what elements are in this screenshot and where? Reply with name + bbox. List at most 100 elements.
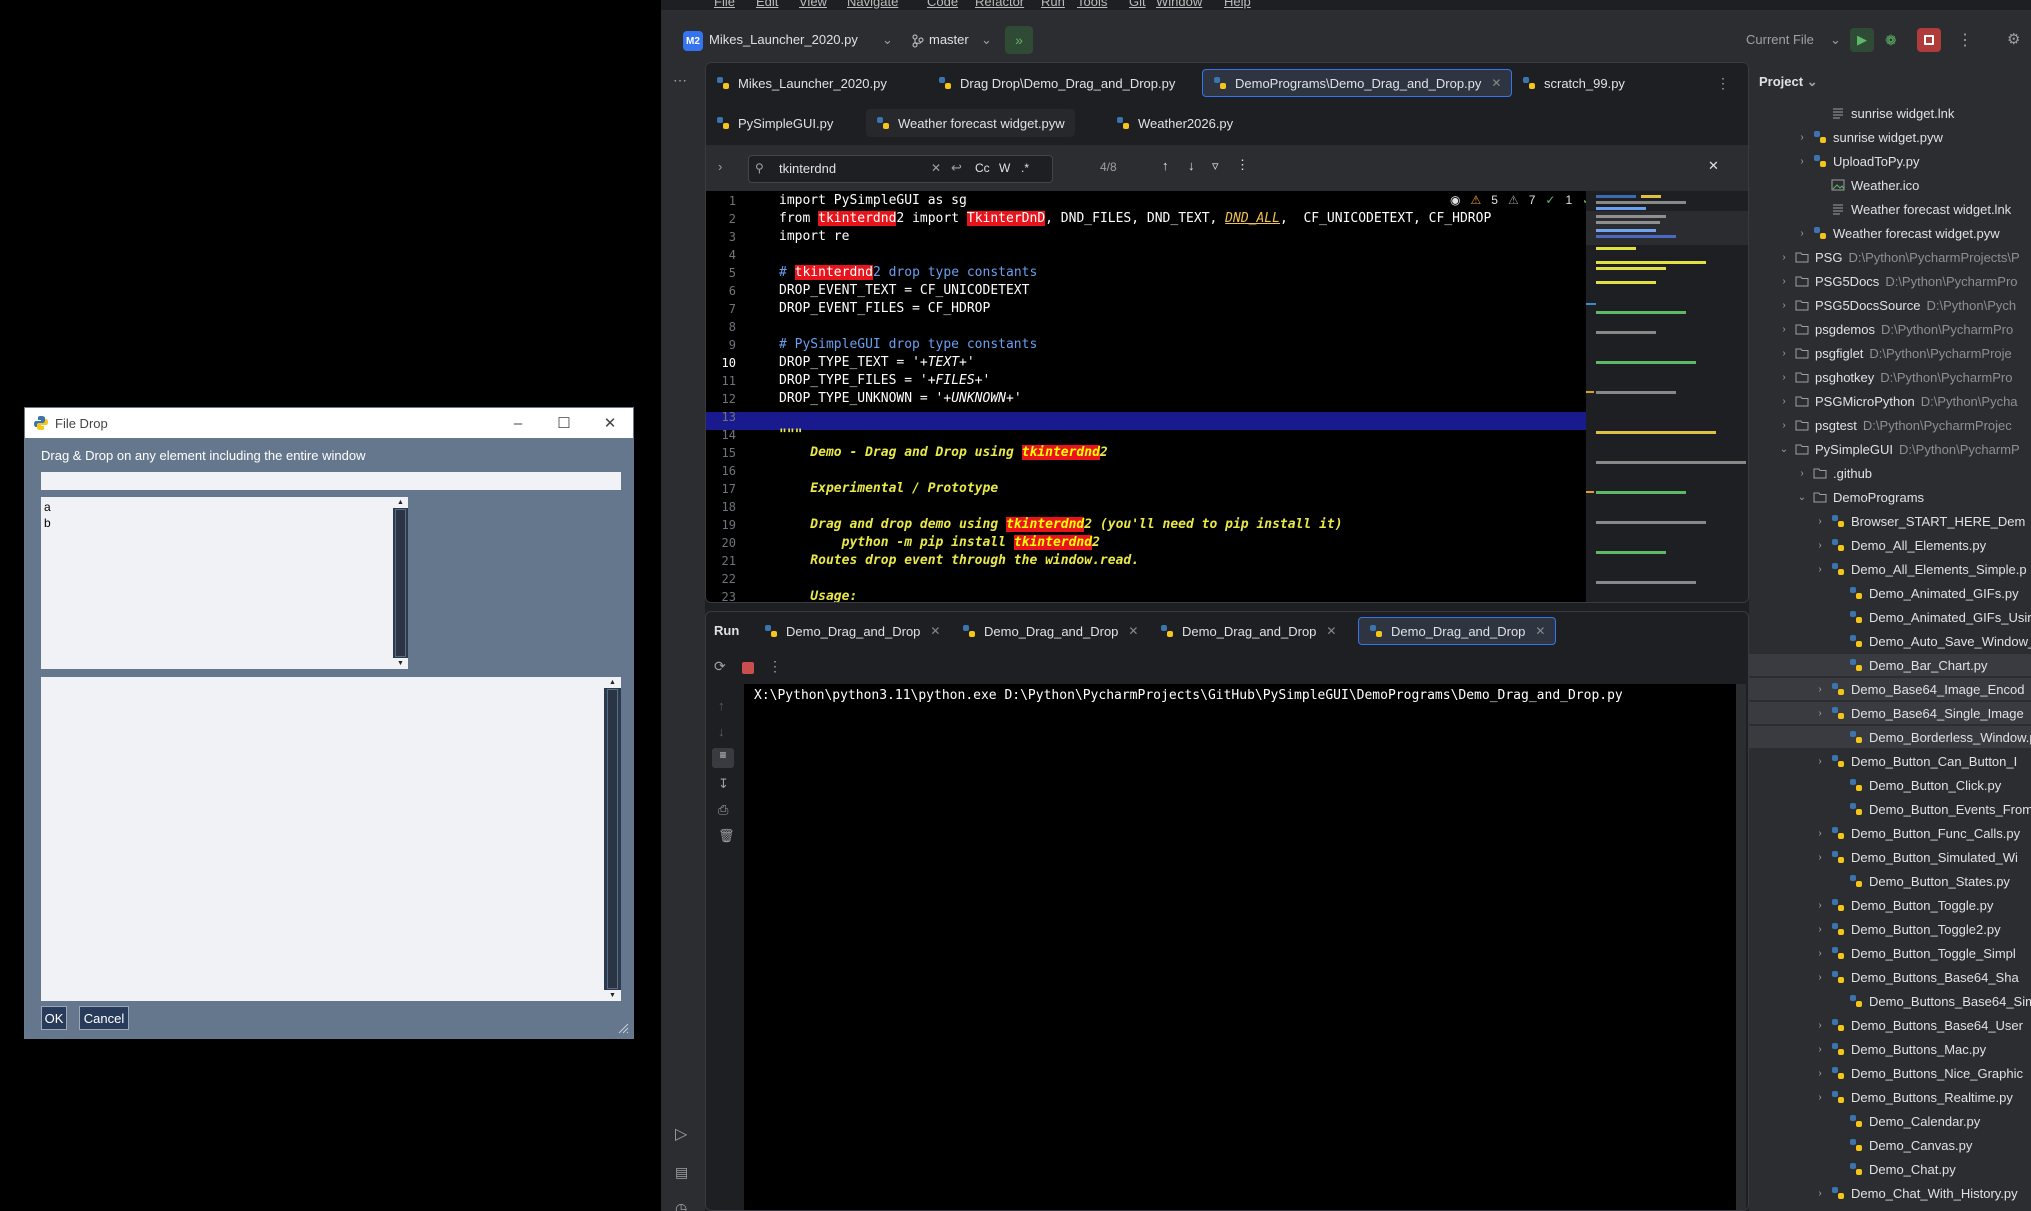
tab-pysimplegui[interactable]: PySimpleGUI.py xyxy=(706,109,843,137)
print-icon[interactable]: ⎙ xyxy=(718,802,728,818)
filter-icon[interactable]: ▿ xyxy=(1212,158,1219,174)
soft-wrap-icon[interactable]: ≡ xyxy=(712,748,734,768)
console-scrollbar[interactable] xyxy=(1736,684,1746,1210)
project-tree-item[interactable]: Demo_Buttons_Base64_Simp xyxy=(1749,990,2031,1012)
run-icon[interactable]: ▶ xyxy=(1850,28,1874,52)
regex-toggle[interactable]: .* xyxy=(1021,161,1029,175)
menu-edit[interactable]: Edit xyxy=(756,0,778,9)
expand-arrow-icon[interactable]: › xyxy=(1777,420,1791,431)
drop-multiline[interactable] xyxy=(41,677,607,1001)
chevron-down-icon[interactable]: ⌄ xyxy=(1830,32,1841,48)
project-tree-item[interactable]: › Demo_Button_Func_Calls.py xyxy=(1749,822,2031,844)
expand-arrow-icon[interactable]: › xyxy=(1795,156,1809,167)
menu-code[interactable]: Code xyxy=(927,0,958,9)
project-tree-item[interactable]: Demo_Animated_GIFs_Using xyxy=(1749,606,2031,628)
code-minimap[interactable] xyxy=(1586,191,1748,602)
expand-arrow-icon[interactable]: › xyxy=(1777,396,1791,407)
expand-arrow-icon[interactable]: › xyxy=(1795,228,1809,239)
project-tree-item[interactable]: Demo_Canvas.py xyxy=(1749,1134,2031,1156)
tab-drag-drop-demo[interactable]: Drag Drop\Demo_Drag_and_Drop.py xyxy=(928,69,1185,97)
menu-file[interactable]: File xyxy=(714,0,735,9)
run-console[interactable]: X:\Python\python3.11\python.exe D:\Pytho… xyxy=(744,684,1746,1210)
expand-arrow-icon[interactable]: › xyxy=(1813,684,1827,695)
project-tree-item[interactable]: › Demo_Buttons_Mac.py xyxy=(1749,1038,2031,1060)
expand-arrow-icon[interactable]: › xyxy=(1777,300,1791,311)
drop-input[interactable] xyxy=(41,472,621,490)
expand-arrow-icon[interactable]: › xyxy=(1813,1020,1827,1031)
run-tab-active[interactable]: Demo_Drag_and_Drop ✕ xyxy=(1358,617,1557,645)
listbox-scrollbar[interactable]: ▲ ▼ xyxy=(393,497,408,669)
project-tree-item[interactable]: › Demo_Button_Can_Button_I xyxy=(1749,750,2031,772)
expand-arrow-icon[interactable]: › xyxy=(1777,348,1791,359)
close-tab-icon[interactable]: ✕ xyxy=(930,624,940,638)
expand-arrow-icon[interactable]: › xyxy=(1813,1188,1827,1199)
services-icon[interactable]: ▤ xyxy=(675,1164,688,1181)
project-tree-item[interactable]: › Browser_START_HERE_Dem xyxy=(1749,510,2031,532)
project-tree-item[interactable]: › Demo_Button_Toggle.py xyxy=(1749,894,2031,916)
scroll-to-end-icon[interactable]: ↧ xyxy=(718,776,729,792)
rerun-icon[interactable]: ⟳ xyxy=(714,658,726,675)
project-tree-item[interactable]: Demo_Bar_Chart.py xyxy=(1749,654,2031,676)
expand-arrow-icon[interactable]: › xyxy=(1813,1092,1827,1103)
project-tree-item[interactable]: › Demo_Base64_Image_Encod xyxy=(1749,678,2031,700)
resize-grip-icon[interactable] xyxy=(617,1022,629,1034)
expand-arrow-icon[interactable]: › xyxy=(1813,708,1827,719)
expand-arrow-icon[interactable]: › xyxy=(1813,948,1827,959)
project-tree-item[interactable]: › Demo_Chat_With_History.py xyxy=(1749,1182,2031,1204)
expand-arrow-icon[interactable]: › xyxy=(1777,252,1791,263)
project-tree-item[interactable]: › PSGMicroPython D:\Python\Pycha xyxy=(1749,390,2031,412)
scroll-up-icon[interactable]: ▲ xyxy=(393,497,408,508)
project-tree-item[interactable]: › Weather forecast widget.pyw xyxy=(1749,222,2031,244)
tab-demoprograms-drag-drop[interactable]: DemoPrograms\Demo_Drag_and_Drop.py ✕ xyxy=(1202,69,1513,97)
expand-arrow-icon[interactable]: › xyxy=(1813,1068,1827,1079)
expand-arrow-icon[interactable]: › xyxy=(1813,516,1827,527)
project-tree-item[interactable]: sunrise widget.lnk xyxy=(1749,102,2031,124)
menu-run[interactable]: Run xyxy=(1041,0,1065,9)
ok-button[interactable]: OK xyxy=(41,1006,67,1030)
scroll-up-icon[interactable]: ↑ xyxy=(718,698,725,713)
listbox-item[interactable]: b xyxy=(44,515,394,531)
chevron-down-icon[interactable]: ⌄ xyxy=(981,32,992,48)
project-tree-item[interactable]: › .github xyxy=(1749,462,2031,484)
expand-arrow-icon[interactable]: › xyxy=(1813,900,1827,911)
project-tree-item[interactable]: › PSG D:\Python\PycharmProjects\P xyxy=(1749,246,2031,268)
minimize-icon[interactable]: – xyxy=(495,408,541,438)
expand-arrow-icon[interactable]: › xyxy=(1795,468,1809,479)
eye-icon[interactable]: ◉ xyxy=(1450,193,1460,207)
run-tab[interactable]: Demo_Drag_and_Drop ✕ xyxy=(952,617,1148,645)
clear-search-icon[interactable]: ✕ xyxy=(931,161,941,175)
listbox-item[interactable]: a xyxy=(44,499,394,515)
project-tree-item[interactable]: › psgfiglet D:\Python\PycharmProje xyxy=(1749,342,2031,364)
branch-selector[interactable]: master xyxy=(929,32,969,47)
run-tab[interactable]: Demo_Drag_and_Drop ✕ xyxy=(754,617,950,645)
settings-icon[interactable]: ⚙ xyxy=(2007,30,2020,48)
tab-weather-widget[interactable]: Weather forecast widget.pyw xyxy=(866,109,1075,137)
project-tree-item[interactable]: › Demo_Button_Simulated_Wi xyxy=(1749,846,2031,868)
expand-arrow-icon[interactable]: › xyxy=(1813,540,1827,551)
prev-match-icon[interactable]: ↑ xyxy=(1162,158,1169,173)
project-tree-item[interactable]: › PSG5DocsSource D:\Python\Pych xyxy=(1749,294,2031,316)
close-tab-icon[interactable]: ✕ xyxy=(1128,624,1138,638)
project-tree-item[interactable]: Demo_Button_States.py xyxy=(1749,870,2031,892)
scrollbar-thumb[interactable] xyxy=(395,509,406,657)
project-tree-item[interactable]: › PSG5Docs D:\Python\PycharmPro xyxy=(1749,270,2031,292)
project-tree-item[interactable]: › Demo_All_Elements.py xyxy=(1749,534,2031,556)
find-input[interactable]: ⚲ tkinterdnd ✕ ↩ Cc W .* xyxy=(748,155,1053,183)
drop-listbox[interactable]: a b xyxy=(41,497,397,669)
project-tree-item[interactable]: › Demo_Buttons_Realtime.py xyxy=(1749,1086,2031,1108)
tabs-more-icon[interactable]: ⋮ xyxy=(1716,75,1730,92)
history-icon[interactable]: ◷ xyxy=(675,1200,687,1211)
close-tab-icon[interactable]: ✕ xyxy=(1491,76,1501,90)
close-find-icon[interactable]: ✕ xyxy=(1708,158,1719,174)
next-match-icon[interactable]: ↓ xyxy=(1188,158,1195,173)
menu-tools[interactable]: Tools xyxy=(1077,0,1107,9)
expand-arrow-icon[interactable]: › xyxy=(1813,852,1827,863)
expand-arrow-icon[interactable]: › xyxy=(1813,1044,1827,1055)
project-tree-item[interactable]: Weather forecast widget.lnk xyxy=(1749,198,2031,220)
project-tree-item[interactable]: Demo_Calendar.py xyxy=(1749,1110,2031,1132)
menu-refactor[interactable]: Refactor xyxy=(975,0,1024,9)
menu-window[interactable]: Window xyxy=(1156,0,1202,9)
window-titlebar[interactable]: File Drop – ☐ ✕ xyxy=(25,408,633,438)
run-config-selector[interactable]: Current File xyxy=(1746,32,1814,47)
run-tab[interactable]: Demo_Drag_and_Drop ✕ xyxy=(1150,617,1346,645)
